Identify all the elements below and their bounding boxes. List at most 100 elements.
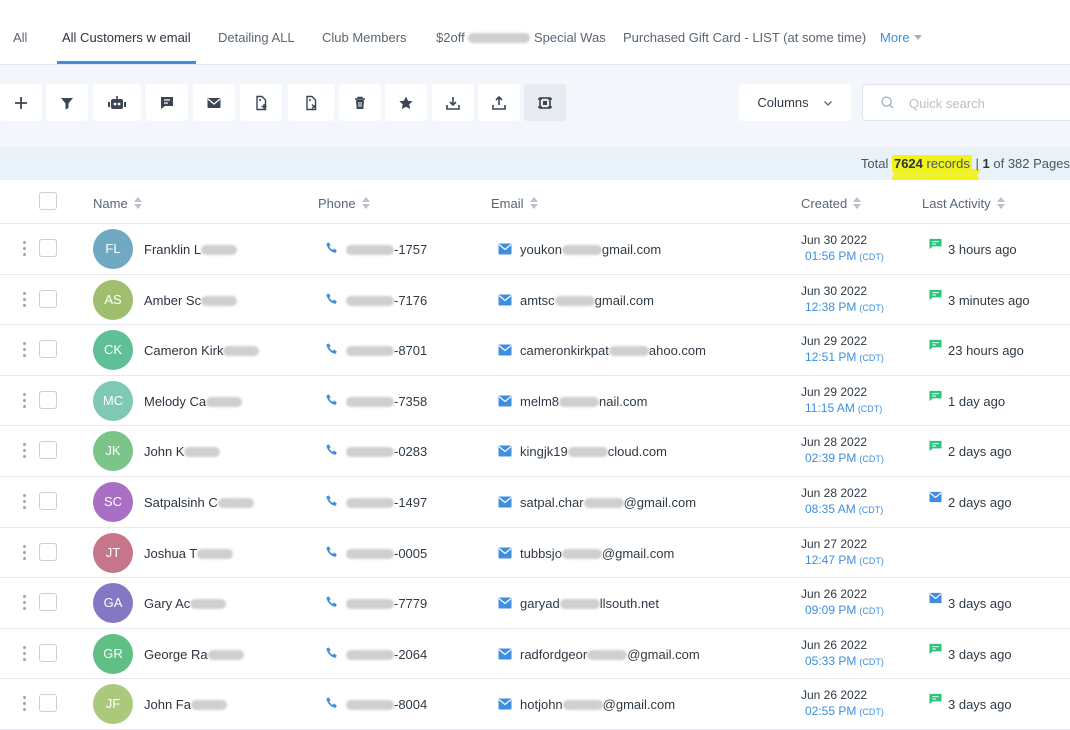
row-menu-icon[interactable] <box>21 544 27 563</box>
avatar: JF <box>93 684 133 725</box>
list-tabs: All All Customers w email Detailing ALL … <box>0 0 1070 65</box>
column-header-created[interactable]: Created <box>801 196 862 211</box>
tab-all-customers-w-email[interactable]: All Customers w email <box>57 0 196 64</box>
table-row[interactable]: MC Melody Ca -7358 melm8 nail.com Jun 29 … <box>0 375 1070 427</box>
contact-phone[interactable]: -7176 <box>346 293 427 308</box>
contact-email-text: cloud.com <box>607 444 667 460</box>
table-row[interactable]: GR George Ra -2064 radfordgeor @gmail.com… <box>0 628 1070 680</box>
created-time: 05:33 PM (CDT) <box>805 654 884 668</box>
merge-button[interactable] <box>524 84 566 121</box>
contact-phone[interactable]: -8701 <box>346 343 427 358</box>
row-checkbox[interactable] <box>39 694 57 713</box>
favorite-button[interactable] <box>385 84 427 121</box>
send-sms-button[interactable] <box>146 84 188 121</box>
contact-email-text: @gmail.com <box>601 545 675 561</box>
row-menu-icon[interactable] <box>21 493 27 512</box>
contact-phone[interactable]: -0283 <box>346 444 427 459</box>
contact-email[interactable]: kingjk19 cloud.com <box>520 444 667 459</box>
timezone-label: (CDT) <box>859 302 884 313</box>
row-checkbox[interactable] <box>39 239 57 257</box>
contact-email[interactable]: amtsc gmail.com <box>520 293 654 308</box>
table-row[interactable]: FL Franklin L -1757 youkon gmail.com Jun … <box>0 224 1070 275</box>
tab-more[interactable]: More <box>880 0 922 64</box>
delete-button[interactable] <box>339 84 381 121</box>
filter-button[interactable] <box>46 84 88 121</box>
row-menu-icon[interactable] <box>21 645 27 664</box>
quick-search-input[interactable] <box>909 93 1069 113</box>
contact-name[interactable]: John Fa <box>144 697 227 712</box>
row-menu-icon[interactable] <box>21 696 27 714</box>
row-checkbox[interactable] <box>39 289 57 308</box>
row-menu-icon[interactable] <box>21 241 27 259</box>
column-header-last-activity[interactable]: Last Activity <box>922 196 1005 211</box>
contact-email[interactable]: satpal.char @gmail.com <box>520 495 696 510</box>
row-checkbox[interactable] <box>39 542 57 561</box>
contact-name[interactable]: Cameron Kirk <box>144 343 260 358</box>
contact-phone[interactable]: -2064 <box>346 647 427 662</box>
table-row[interactable]: CK Cameron Kirk -8701 cameronkirkpat ahoo… <box>0 325 1070 376</box>
import-button[interactable] <box>432 84 474 121</box>
automation-button[interactable] <box>93 84 141 121</box>
contact-phone[interactable]: -0005 <box>346 546 427 561</box>
remove-tag-button[interactable] <box>288 84 334 121</box>
table-row[interactable]: JK John K -0283 kingjk19 cloud.com Jun 28… <box>0 426 1070 477</box>
add-tag-button[interactable] <box>240 84 282 121</box>
row-checkbox[interactable] <box>39 491 57 510</box>
row-checkbox[interactable] <box>39 593 57 612</box>
contact-phone[interactable]: -7779 <box>346 596 427 611</box>
contact-email[interactable]: tubbsjo @gmail.com <box>520 546 674 561</box>
row-menu-icon[interactable] <box>21 291 27 310</box>
tab-all[interactable]: All <box>13 0 27 64</box>
contact-name[interactable]: Gary Ac <box>144 596 227 611</box>
contact-name[interactable]: Melody Ca <box>144 393 243 409</box>
table-row[interactable]: GA Gary Ac -7779 garyad llsouth.net Jun 2… <box>0 578 1070 629</box>
contact-phone[interactable]: -1757 <box>346 242 427 257</box>
contact-name[interactable]: John K <box>144 444 221 459</box>
tab-2off-special[interactable]: $2off Special Was <box>436 0 606 64</box>
select-all-checkbox[interactable] <box>39 192 57 210</box>
column-header-name[interactable]: Name <box>93 196 142 211</box>
add-contact-button[interactable] <box>0 84 42 121</box>
contact-name[interactable]: Satpalsinh C <box>144 495 254 510</box>
row-menu-icon[interactable] <box>21 443 27 461</box>
contact-name[interactable]: Amber Sc <box>144 293 238 308</box>
row-menu-icon[interactable] <box>21 392 27 411</box>
contact-name-text: Melody Ca <box>144 393 207 409</box>
column-header-email[interactable]: Email <box>491 196 538 211</box>
row-checkbox[interactable] <box>39 643 57 662</box>
contact-name[interactable]: Joshua T <box>144 545 234 561</box>
table-row[interactable]: JF John Fa -8004 hotjohn @gmail.com Jun 2… <box>0 679 1070 730</box>
column-header-phone[interactable]: Phone <box>318 196 370 211</box>
redacted-text <box>468 33 531 43</box>
contact-email[interactable]: youkon gmail.com <box>520 242 661 257</box>
redacted-text <box>201 295 238 306</box>
table-row[interactable]: SC Satpalsinh C -1497 satpal.char @gmail.… <box>0 476 1070 528</box>
row-checkbox[interactable] <box>39 340 57 359</box>
contact-email[interactable]: radfordgeor @gmail.com <box>520 647 700 662</box>
contact-name[interactable]: George Ra <box>144 647 244 662</box>
contact-email[interactable]: hotjohn @gmail.com <box>520 697 675 712</box>
contact-name-text: Joshua T <box>144 545 198 561</box>
contact-phone[interactable]: -7358 <box>346 394 427 409</box>
columns-dropdown[interactable]: Columns <box>739 84 851 121</box>
row-checkbox[interactable] <box>39 441 57 460</box>
contact-email[interactable]: cameronkirkpat ahoo.com <box>520 343 706 358</box>
contact-email[interactable]: melm8 nail.com <box>520 394 647 409</box>
row-menu-icon[interactable] <box>21 342 27 360</box>
merge-icon <box>538 96 552 109</box>
tab-club-members[interactable]: Club Members <box>322 0 407 64</box>
contact-name[interactable]: Franklin L <box>144 242 238 257</box>
table-row[interactable]: AS Amber Sc -7176 amtsc gmail.com Jun 30 … <box>0 274 1070 326</box>
send-email-button[interactable] <box>193 84 235 121</box>
table-row[interactable]: JT Joshua T -0005 tubbsjo @gmail.com Jun … <box>0 527 1070 579</box>
contact-phone[interactable]: -8004 <box>346 697 427 712</box>
export-button[interactable] <box>478 84 520 121</box>
row-menu-icon[interactable] <box>21 595 27 613</box>
row-checkbox[interactable] <box>39 390 57 409</box>
last-activity: 3 days ago <box>948 646 1012 662</box>
remove-tag-icon <box>306 95 317 110</box>
tab-purchased-gift-card[interactable]: Purchased Gift Card - LIST (at some time… <box>623 0 866 64</box>
tab-detailing-all[interactable]: Detailing ALL <box>218 0 295 64</box>
contact-email[interactable]: garyad llsouth.net <box>520 596 659 611</box>
contact-phone[interactable]: -1497 <box>346 495 427 510</box>
